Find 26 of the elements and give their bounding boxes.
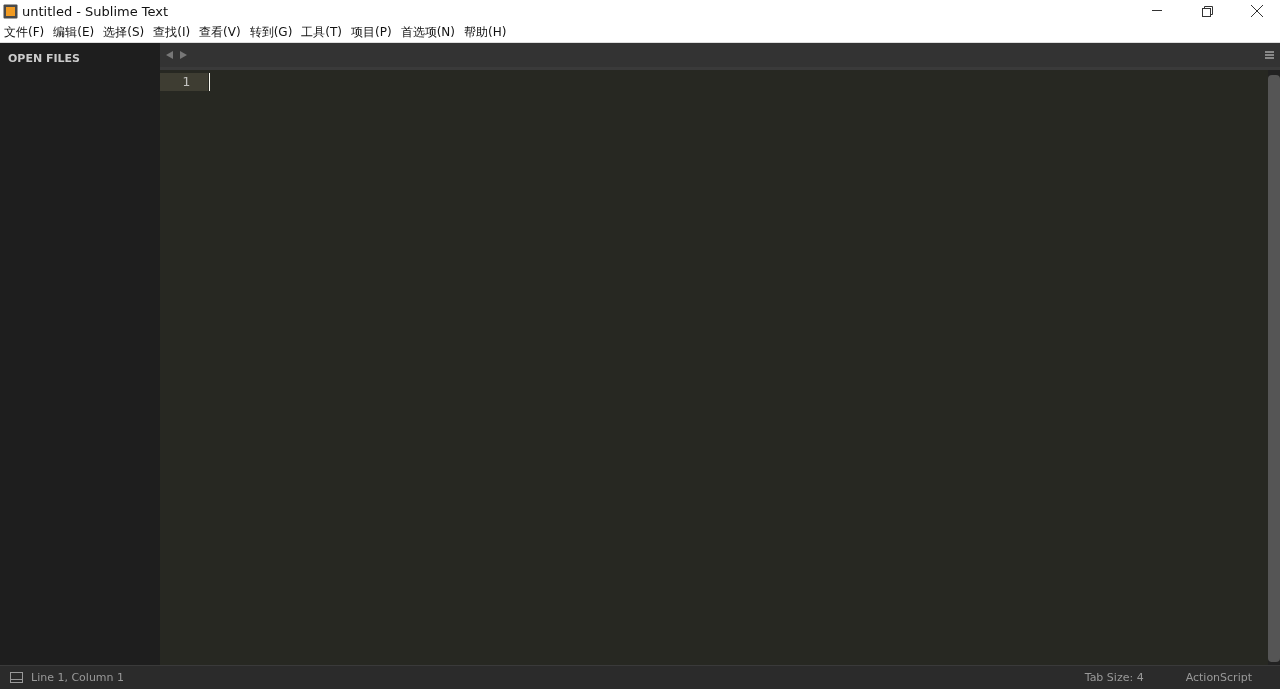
close-icon <box>1251 5 1263 17</box>
menu-item[interactable]: 转到(G) <box>249 23 293 41</box>
restore-icon <box>1201 5 1213 17</box>
menu-item[interactable]: 编辑(E) <box>53 23 95 41</box>
menu-item[interactable]: 查看(V) <box>199 23 241 41</box>
minimize-icon <box>1152 10 1162 12</box>
menu-item[interactable]: 帮助(H) <box>464 23 507 41</box>
menu-item[interactable]: 文件(F) <box>4 23 45 41</box>
text-cursor <box>209 73 210 91</box>
right-arrow-icon[interactable] <box>180 51 188 59</box>
scrollbar[interactable] <box>1268 70 1280 665</box>
app-icon <box>3 3 18 19</box>
menu-item[interactable]: 工具(T) <box>301 23 343 41</box>
syntax-mode[interactable]: ActionScript <box>1185 671 1252 684</box>
sidebar-title: OPEN FILES <box>8 52 80 65</box>
menu-item[interactable]: 选择(S) <box>103 23 145 41</box>
line-number: 1 <box>160 73 208 91</box>
menu-item[interactable]: 查找(I) <box>153 23 191 41</box>
window-title: untitled - Sublime Text <box>22 3 170 19</box>
menu-item[interactable]: 首选项(N) <box>400 23 455 41</box>
left-arrow-icon[interactable] <box>166 51 174 59</box>
menu-icon[interactable] <box>1265 51 1274 59</box>
menu-item[interactable]: 项目(P) <box>351 23 392 41</box>
cursor-position: Line 1, Column 1 <box>31 671 125 684</box>
tab-size[interactable]: Tab Size: 4 <box>1084 671 1144 684</box>
panel-icon[interactable] <box>10 672 23 683</box>
